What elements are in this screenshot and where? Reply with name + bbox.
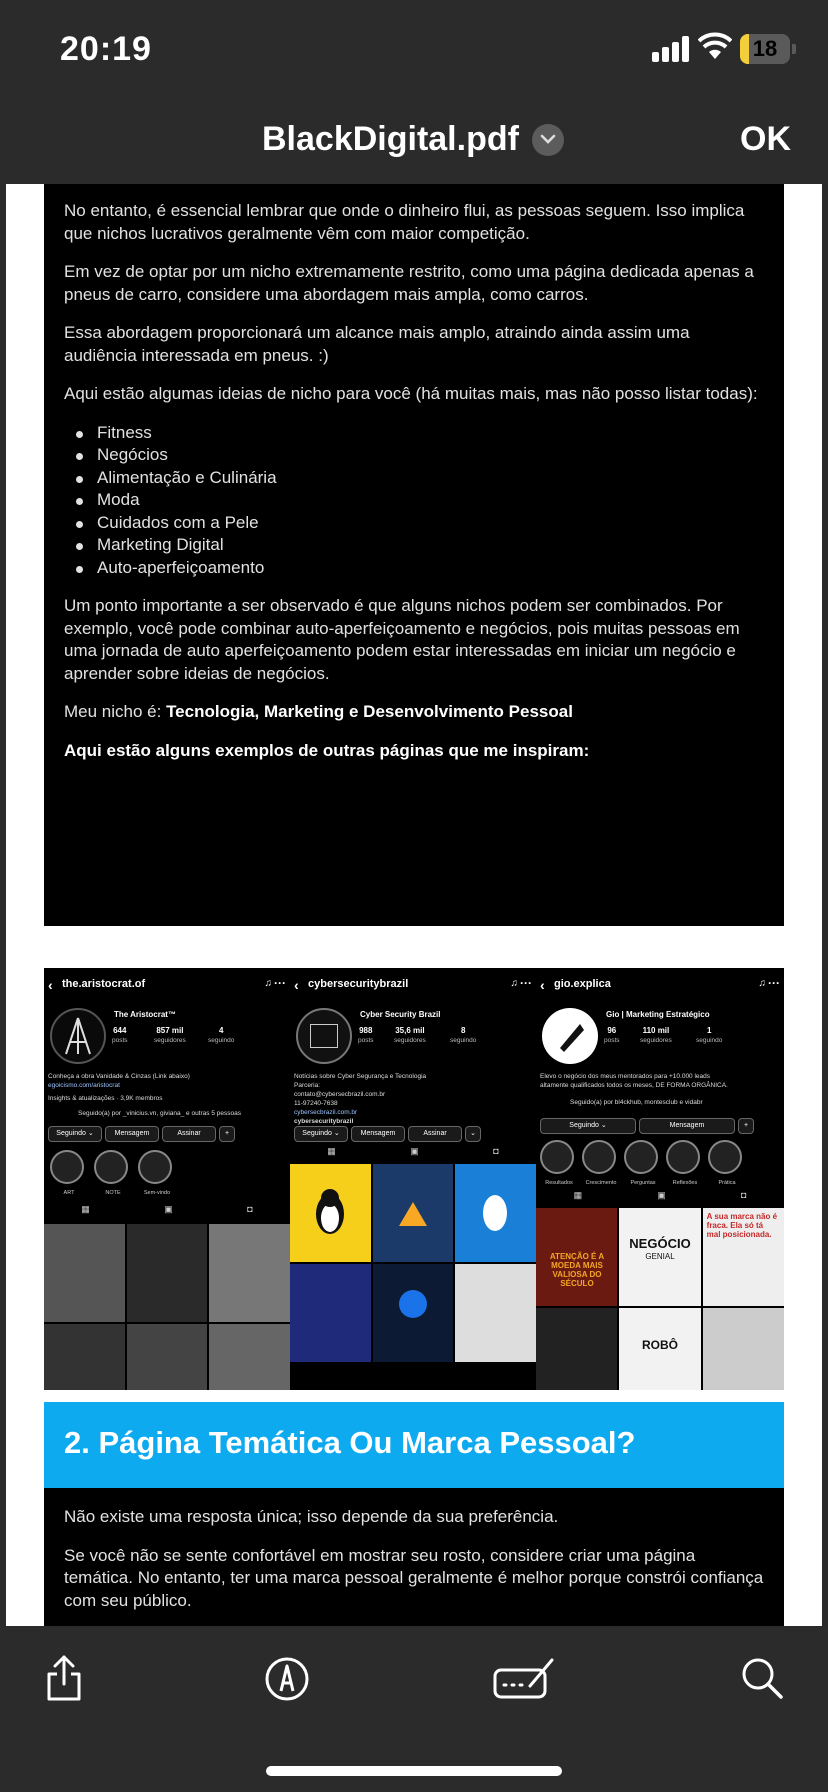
back-icon: ‹ [48, 977, 53, 993]
wifi-icon [698, 32, 732, 59]
more-icon: ··· [768, 976, 780, 990]
my-niche-prefix: Meu nicho é: [64, 702, 167, 721]
list-item: Moda [64, 489, 764, 512]
search-icon[interactable] [740, 1656, 784, 1700]
pdf-page-2: ‹ the.aristocrat.of ♫ ··· The Aristocrat™ 6… [6, 926, 822, 1626]
paragraph: Essa abordagem proporcionará um alcance … [64, 323, 690, 365]
title-menu-button[interactable] [532, 124, 564, 156]
examples-heading: Aqui estão alguns exemplos de outras pág… [64, 740, 590, 760]
list-item: Marketing Digital [64, 534, 764, 557]
paragraph: Não existe uma resposta única; isso depe… [64, 1507, 559, 1526]
clock: 20:19 [60, 30, 152, 68]
profile-bio: Conheça a obra Vanidade & Cinzas (Link a… [48, 1073, 241, 1117]
bell-icon: ♫ [264, 978, 273, 989]
niche-list: Fitness Negócios Alimentação e Culinária… [64, 422, 764, 580]
more-icon: ··· [274, 976, 286, 990]
pdf-viewer[interactable]: No entanto, é essencial lembrar que onde… [0, 184, 828, 1626]
back-icon: ‹ [294, 977, 299, 993]
battery-level: 18 [752, 36, 778, 61]
profile-bio: Elevo o negócio dos meus mentorados para… [540, 1073, 728, 1106]
chevron-down-icon [540, 134, 556, 144]
list-item: Cuidados com a Pele [64, 512, 764, 535]
my-niche-line: Meu nicho é: Tecnologia, Marketing e Des… [64, 701, 764, 724]
list-item: Fitness [64, 422, 764, 445]
navigation-bar: BlackDigital.pdf OK [0, 100, 828, 184]
share-icon[interactable] [44, 1654, 84, 1702]
back-icon: ‹ [540, 977, 545, 993]
profile-screenshot-cybersecurity: ‹ cybersecuritybrazil ♫ ··· Cyber Security … [290, 968, 536, 1390]
profile-username: the.aristocrat.of [62, 978, 146, 990]
profile-name: Gio | Marketing Estratégico [606, 1010, 710, 1019]
avatar [50, 1008, 106, 1064]
avatar [296, 1008, 352, 1064]
document-title[interactable]: BlackDigital.pdf [262, 120, 519, 159]
battery-tip [792, 44, 796, 54]
home-indicator[interactable] [266, 1766, 562, 1776]
profile-username: gio.explica [554, 978, 611, 990]
cellular-signal-icon [652, 34, 690, 62]
profile-screenshot-aristocrat: ‹ the.aristocrat.of ♫ ··· The Aristocrat™ 6… [44, 968, 290, 1390]
paragraph: Se você não se sente confortável em most… [64, 1545, 764, 1610]
profile-name: Cyber Security Brazil [360, 1010, 441, 1019]
section-heading-bar: 2. Página Temática Ou Marca Pessoal? [44, 1402, 784, 1488]
ok-button[interactable]: OK [740, 120, 791, 159]
markup-icon[interactable] [264, 1656, 310, 1702]
signature-icon[interactable] [492, 1656, 558, 1700]
more-icon: ··· [520, 976, 532, 990]
my-niche-value: Tecnologia, Marketing e Desenvolvimento … [166, 702, 573, 721]
list-item: Auto-aperfeiçoamento [64, 557, 764, 580]
status-bar: 20:19 18 [0, 0, 828, 100]
paragraph: Aqui estão algumas ideias de nicho para … [64, 384, 758, 403]
battery-icon: 18 [740, 34, 790, 64]
bell-icon: ♫ [510, 978, 519, 989]
profile-name: The Aristocrat™ [114, 1010, 176, 1019]
bell-icon: ♫ [758, 978, 767, 989]
avatar [542, 1008, 598, 1064]
instagram-profiles-image: ‹ the.aristocrat.of ♫ ··· The Aristocrat™ 6… [44, 968, 784, 1390]
paragraph: Em vez de optar por um nicho extremament… [64, 262, 754, 304]
profile-bio: Notícias sobre Cyber Segurança e Tecnolo… [294, 1073, 427, 1125]
section-heading: 2. Página Temática Ou Marca Pessoal? [64, 1425, 636, 1460]
dark-text-block: Não existe uma resposta única; isso depe… [44, 1488, 784, 1626]
profile-username: cybersecuritybrazil [308, 978, 409, 990]
profile-screenshot-gio: ‹ gio.explica ♫ ··· Gio | Marketing Estraté… [536, 968, 784, 1390]
paragraph: Um ponto importante a ser observado é qu… [64, 596, 740, 683]
paragraph: No entanto, é essencial lembrar que onde… [64, 201, 745, 243]
list-item: Alimentação e Culinária [64, 467, 764, 490]
list-item: Negócios [64, 444, 764, 467]
